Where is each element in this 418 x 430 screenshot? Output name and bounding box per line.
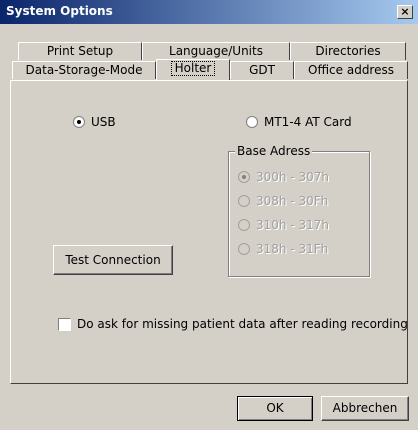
base-address-label: Base Adress (235, 144, 313, 158)
tab-label: Directories (315, 44, 381, 58)
tab-label: Data-Storage-Mode (25, 63, 143, 77)
test-connection-label: Test Connection (65, 253, 161, 267)
base-address-option-308h[interactable]: 308h - 30Fh (238, 194, 328, 208)
ask-missing-data-label: Do ask for missing patient data after re… (77, 317, 408, 331)
radio-unselected-icon (238, 219, 250, 231)
option-label: 310h - 317h (256, 218, 329, 232)
tab-label: Print Setup (46, 44, 114, 58)
tab-print-setup[interactable]: Print Setup (18, 42, 142, 60)
ok-button[interactable]: OK (237, 396, 313, 421)
radio-selected-icon (238, 171, 250, 183)
ask-missing-data-checkbox[interactable]: Do ask for missing patient data after re… (58, 317, 408, 331)
tab-holter[interactable]: Holter (156, 59, 230, 80)
option-label: 318h - 31Fh (256, 242, 329, 256)
cancel-button[interactable]: Abbrechen (321, 396, 409, 421)
radio-unselected-icon (238, 243, 250, 255)
close-icon: × (400, 5, 410, 18)
ok-label: OK (266, 401, 284, 415)
base-address-option-300h[interactable]: 300h - 307h (238, 170, 329, 184)
test-connection-button[interactable]: Test Connection (53, 245, 173, 275)
tab-data-storage-mode[interactable]: Data-Storage-Mode (12, 61, 156, 79)
mt-card-radio[interactable]: MT1-4 AT Card (246, 115, 352, 129)
cancel-label: Abbrechen (332, 401, 398, 415)
radio-unselected-icon (238, 195, 250, 207)
base-address-option-310h[interactable]: 310h - 317h (238, 218, 329, 232)
base-address-group: Base Adress 300h - 307h 308h - 30Fh 310h… (228, 144, 370, 277)
tab-label: Holter (170, 61, 216, 76)
radio-selected-icon (73, 116, 85, 128)
system-options-dialog: System Options × Print Setup Language/Un… (0, 0, 418, 430)
tab-office-address[interactable]: Office address (294, 61, 408, 79)
tab-directories[interactable]: Directories (290, 42, 406, 60)
tab-language-units[interactable]: Language/Units (142, 42, 290, 60)
window-title: System Options (6, 4, 113, 18)
tab-label: Language/Units (169, 44, 263, 58)
tab-gdt[interactable]: GDT (230, 61, 294, 79)
checkbox-box (58, 317, 71, 331)
close-button[interactable]: × (397, 5, 413, 19)
radio-unselected-icon (246, 116, 258, 128)
tab-label: GDT (249, 63, 275, 77)
title-bar[interactable]: System Options × (0, 0, 418, 24)
base-address-option-318h[interactable]: 318h - 31Fh (238, 242, 328, 256)
option-label: 300h - 307h (256, 170, 329, 184)
option-label: 308h - 30Fh (256, 194, 329, 208)
usb-radio[interactable]: USB (73, 115, 116, 129)
usb-radio-label: USB (91, 115, 116, 129)
mt-card-radio-label: MT1-4 AT Card (264, 115, 352, 129)
tab-label: Office address (308, 63, 394, 77)
holter-panel: USB MT1-4 AT Card Base Adress 300h - 307… (10, 80, 408, 384)
